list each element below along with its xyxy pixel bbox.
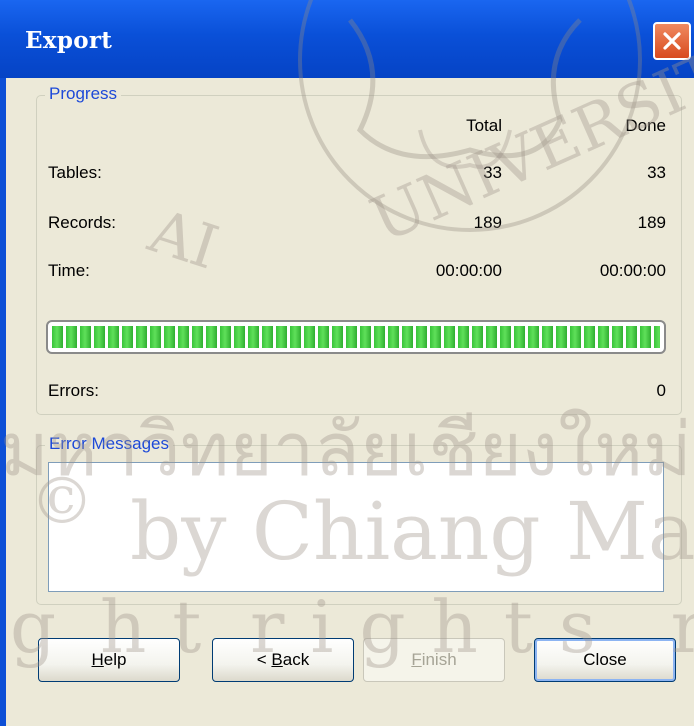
errors-value: 0 <box>656 381 666 400</box>
finish-button[interactable]: Finish <box>363 638 505 682</box>
tables-total: 33 <box>483 163 502 182</box>
title-bar[interactable]: Export <box>0 0 694 78</box>
back-prefix: < <box>256 650 272 669</box>
total-header: Total <box>466 116 502 135</box>
records-done: 189 <box>637 213 666 232</box>
error-messages-list[interactable] <box>48 462 664 592</box>
window-title: Export <box>25 27 113 54</box>
done-header: Done <box>625 116 666 135</box>
export-dialog: Export Progress Total Done Tables: 33 33… <box>0 0 694 726</box>
close-icon <box>663 32 681 50</box>
records-total: 189 <box>473 213 502 232</box>
help-button[interactable]: Help <box>38 638 180 682</box>
progress-legend: Progress <box>45 84 122 104</box>
tables-done: 33 <box>647 163 666 182</box>
back-button[interactable]: < Back <box>212 638 354 682</box>
records-label: Records: <box>48 213 117 232</box>
time-total: 00:00:00 <box>435 261 502 280</box>
error-messages-legend: Error Messages <box>45 434 173 454</box>
tables-label: Tables: <box>48 163 102 182</box>
errors-label: Errors: <box>48 381 99 400</box>
back-label-rest: ack <box>282 650 310 669</box>
progress-fill <box>52 326 660 348</box>
finish-label-rest: inish <box>421 650 457 669</box>
back-mnemonic: B <box>271 650 283 669</box>
time-label: Time: <box>48 261 90 280</box>
help-mnemonic: H <box>91 650 104 669</box>
time-done: 00:00:00 <box>599 261 666 280</box>
close-button[interactable]: Close <box>534 638 676 682</box>
export-progress-bar <box>46 320 666 354</box>
finish-mnemonic: F <box>411 650 422 669</box>
close-window-button[interactable] <box>653 22 691 60</box>
help-label-rest: elp <box>103 650 127 669</box>
progress-group: Progress <box>36 84 682 415</box>
